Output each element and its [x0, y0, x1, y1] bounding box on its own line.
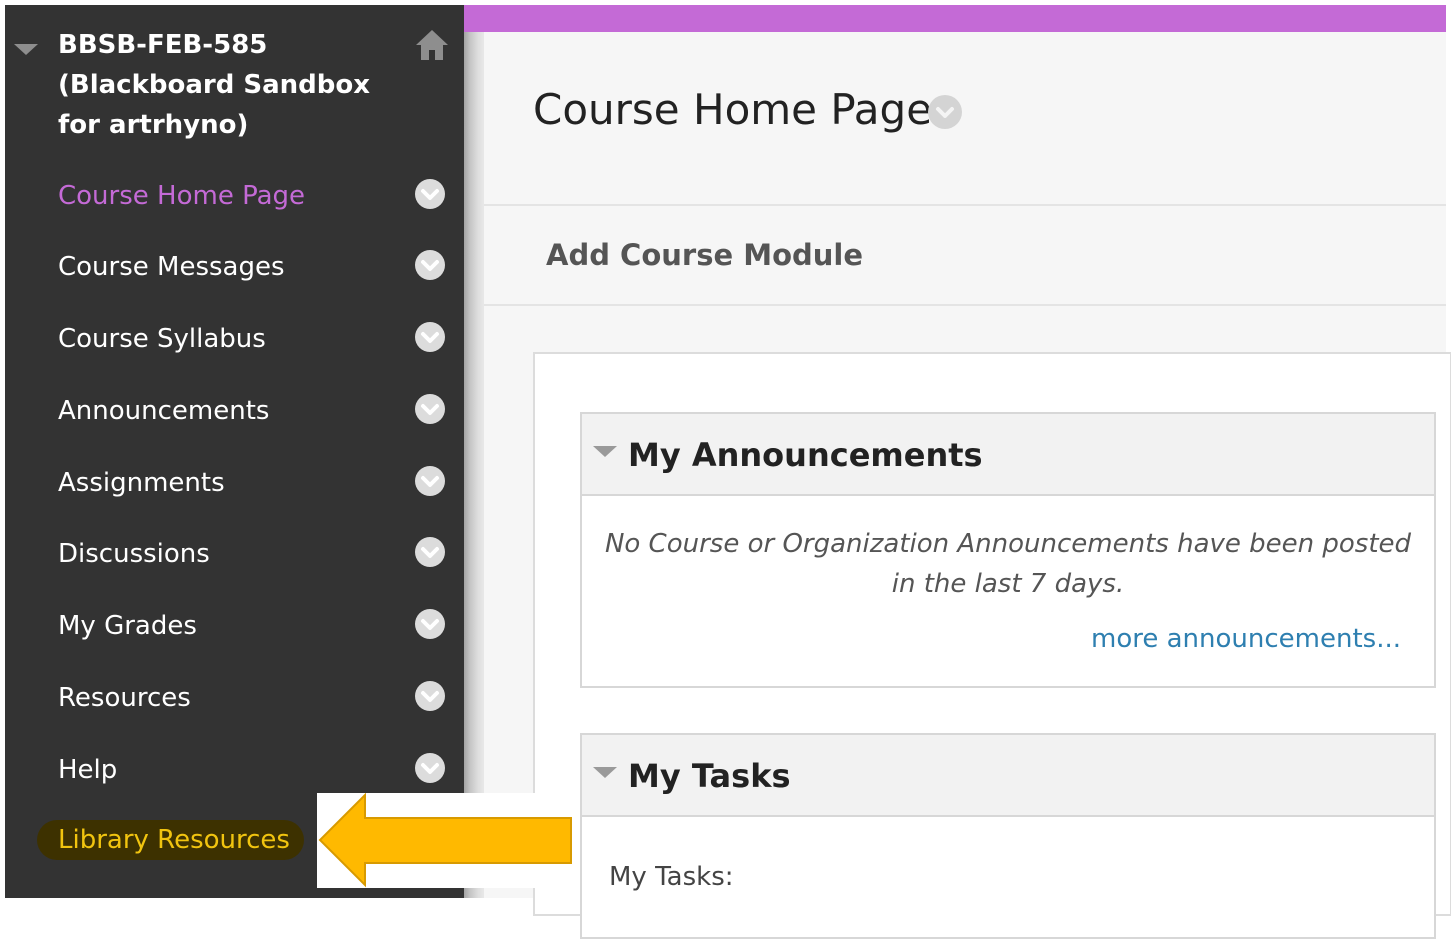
- course-menu-sidebar: BBSB-FEB-585 (Blackboard Sandbox for art…: [5, 5, 464, 898]
- module-body: My Tasks:: [582, 817, 1434, 937]
- sidebar-item-label: Discussions: [58, 539, 210, 569]
- sidebar-item-my-grades[interactable]: My Grades: [5, 598, 464, 654]
- home-icon[interactable]: [414, 28, 450, 62]
- page-title: Course Home Page: [533, 85, 933, 134]
- divider: [484, 204, 1446, 206]
- sidebar-item-label: Course Messages: [58, 252, 285, 282]
- sidebar-item-discussions[interactable]: Discussions: [5, 526, 464, 582]
- chevron-down-icon[interactable]: [414, 465, 446, 497]
- sidebar-item-assignments[interactable]: Assignments: [5, 455, 464, 511]
- sidebar-item-announcements[interactable]: Announcements: [5, 383, 464, 439]
- chevron-down-icon[interactable]: [927, 94, 963, 130]
- chevron-down-icon[interactable]: [414, 680, 446, 712]
- chevron-down-icon[interactable]: [414, 249, 446, 281]
- collapse-triangle-icon[interactable]: [593, 446, 617, 457]
- sidebar-resize-handle[interactable]: [464, 5, 484, 898]
- my-announcements-module: My Announcements No Course or Organizati…: [580, 412, 1436, 688]
- more-announcements-link[interactable]: more announcements...: [1091, 619, 1401, 659]
- sidebar-item-label: Resources: [58, 683, 191, 713]
- callout-box: [317, 792, 579, 888]
- chevron-down-icon[interactable]: [414, 178, 446, 210]
- sidebar-item-label: Course Home Page: [58, 181, 306, 211]
- course-title[interactable]: BBSB-FEB-585 (Blackboard Sandbox for art…: [58, 25, 418, 145]
- sidebar-item-course-messages[interactable]: Course Messages: [5, 239, 464, 295]
- sidebar-item-label: Assignments: [58, 468, 225, 498]
- chevron-down-icon[interactable]: [414, 321, 446, 353]
- sidebar-item-library-resources[interactable]: Library Resources: [37, 820, 304, 860]
- sidebar-item-course-home-page[interactable]: Course Home Page: [5, 168, 464, 224]
- sidebar-item-label: Help: [58, 755, 118, 785]
- divider: [484, 304, 1446, 306]
- accent-bar: [464, 5, 1446, 32]
- main-content: Course Home Page Add Course Module My An…: [484, 5, 1451, 939]
- module-header: My Tasks: [582, 735, 1434, 817]
- sidebar-item-course-syllabus[interactable]: Course Syllabus: [5, 311, 464, 367]
- collapse-triangle-icon[interactable]: [593, 767, 617, 778]
- tasks-label: My Tasks:: [609, 862, 734, 892]
- sidebar-item-label: Course Syllabus: [58, 324, 266, 354]
- my-tasks-module: My Tasks My Tasks:: [580, 733, 1436, 939]
- sidebar-item-help[interactable]: Help: [5, 742, 464, 798]
- sidebar-item-label: My Grades: [58, 611, 197, 641]
- sidebar-item-label: Library Resources: [58, 825, 290, 855]
- collapse-course-menu-icon[interactable]: [14, 44, 38, 55]
- sidebar-item-resources[interactable]: Resources: [5, 670, 464, 726]
- module-title: My Tasks: [628, 757, 791, 795]
- module-title: My Announcements: [628, 436, 983, 474]
- chevron-down-icon[interactable]: [414, 393, 446, 425]
- chevron-down-icon[interactable]: [414, 536, 446, 568]
- sidebar-item-label: Announcements: [58, 396, 270, 426]
- add-course-module-button[interactable]: Add Course Module: [546, 235, 863, 275]
- empty-announcements-message: No Course or Organization Announcements …: [604, 529, 1412, 599]
- arrow-left-icon: [318, 792, 572, 888]
- chevron-down-icon[interactable]: [414, 752, 446, 784]
- module-body: No Course or Organization Announcements …: [582, 496, 1434, 686]
- module-header: My Announcements: [582, 414, 1434, 496]
- chevron-down-icon[interactable]: [414, 608, 446, 640]
